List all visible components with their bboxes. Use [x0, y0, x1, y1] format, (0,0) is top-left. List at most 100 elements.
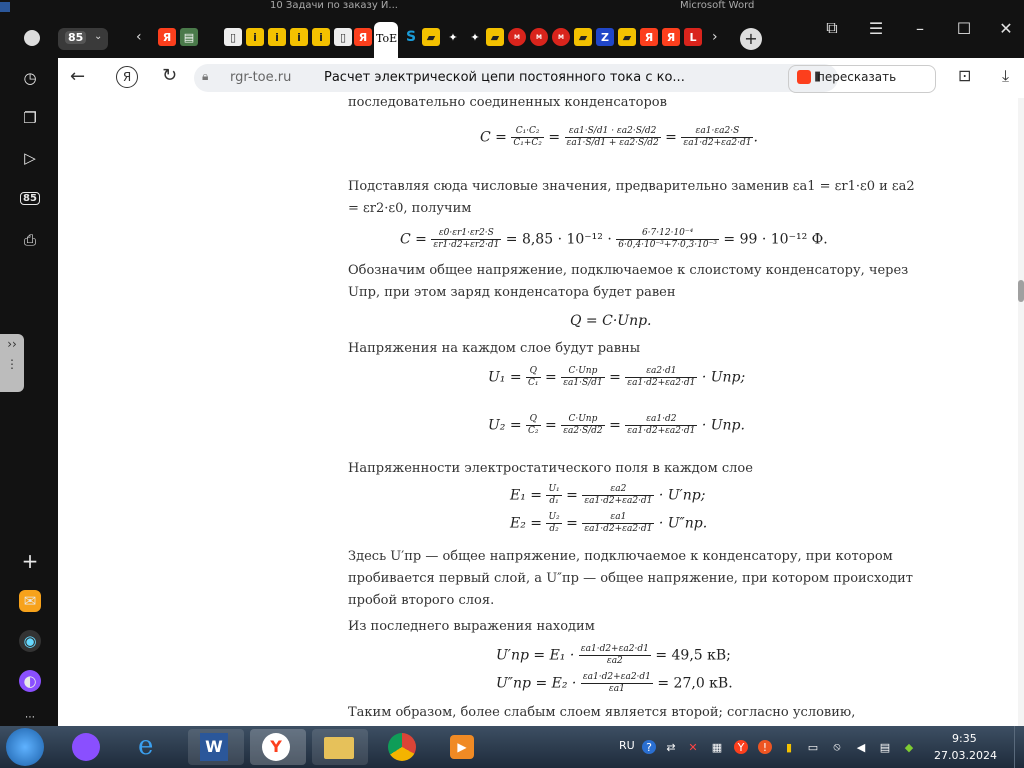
- show-desktop-button[interactable]: [1014, 726, 1024, 768]
- restore-tabs-icon[interactable]: ⧉: [818, 14, 846, 42]
- new-tab-button[interactable]: +: [740, 28, 762, 50]
- maximize-button[interactable]: ☐: [950, 14, 978, 42]
- menu-icon[interactable]: ☰: [862, 14, 890, 42]
- taskbar-chrome[interactable]: [374, 729, 430, 765]
- window-title-fragment-left: 10 Задачи по заказу И...: [270, 0, 398, 11]
- retell-button[interactable]: пересказать: [788, 65, 936, 93]
- paragraph-breakdown-2: пробивается первый слой, а U″пр — общее …: [348, 571, 913, 586]
- help-icon[interactable]: ?: [642, 740, 656, 754]
- close-button[interactable]: ✕: [992, 14, 1020, 42]
- tray-battery-icon[interactable]: ▮: [782, 740, 796, 754]
- tab-red-icon[interactable]: M: [530, 28, 548, 46]
- word-icon: [0, 2, 10, 12]
- player-icon: ▶: [450, 735, 474, 759]
- tab-sparkle-icon[interactable]: ✦: [444, 28, 462, 46]
- tray-network-icon[interactable]: ▦: [710, 740, 724, 754]
- tab-z-icon[interactable]: Z: [596, 28, 614, 46]
- tab-red-icon[interactable]: M: [552, 28, 570, 46]
- paragraph-from-last: Из последнего выражения находим: [348, 619, 595, 634]
- tab-bookmark-icon[interactable]: ▰: [486, 28, 504, 46]
- page-content: последовательно соединенных конденсаторо…: [58, 98, 1020, 726]
- add-icon[interactable]: +: [19, 549, 41, 573]
- tab-counter-badge[interactable]: 85 ⌄: [58, 28, 108, 50]
- chevron-right-icon[interactable]: ›: [712, 29, 718, 45]
- equation-capacitance-numeric: C = ε0·εr1·εr2·S εr1·d2+εr2·d1 = 8,85 · 1…: [400, 228, 828, 250]
- tab-yandex-icon[interactable]: Я: [354, 28, 372, 46]
- omnibox[interactable]: 🔒︎ rgr-toe.ru Расчет электрической цепи …: [194, 64, 838, 92]
- taskbar-alice[interactable]: [58, 729, 114, 765]
- tab-yandex-icon[interactable]: Я: [662, 28, 680, 46]
- tray-wifi-icon[interactable]: ▤: [878, 740, 892, 754]
- chevron-down-icon: ⌄: [94, 31, 103, 42]
- page-scrollbar[interactable]: [1018, 98, 1024, 726]
- tabs-badge-icon[interactable]: 85: [19, 187, 41, 209]
- paragraph-voltage-1: Обозначим общее напряжение, подключаемое…: [348, 263, 909, 278]
- chevron-left-icon[interactable]: ‹: [136, 29, 142, 45]
- volume-icon[interactable]: ◀: [854, 740, 868, 754]
- profile-icon[interactable]: [24, 30, 40, 46]
- tab-page-icon[interactable]: ▯: [334, 28, 352, 46]
- mail-app-icon[interactable]: ✉: [19, 590, 41, 612]
- clock-time[interactable]: 9:35: [952, 732, 977, 745]
- taskbar-ie[interactable]: e: [124, 729, 180, 765]
- tab-bookmark-icon[interactable]: ▰: [574, 28, 592, 46]
- back-icon[interactable]: ←: [70, 66, 85, 87]
- alice-icon[interactable]: ◐: [19, 670, 41, 692]
- tab-yandex-icon[interactable]: Я: [640, 28, 658, 46]
- messenger-app-icon[interactable]: ◉: [19, 630, 41, 652]
- tray-arrows-icon[interactable]: ⇄: [664, 740, 678, 754]
- tab-sparkle-icon[interactable]: ✦: [466, 28, 484, 46]
- tab-active-toe[interactable]: ToE: [374, 22, 398, 58]
- chrome-icon: [388, 733, 416, 761]
- tray-close-icon[interactable]: ✕: [686, 740, 700, 754]
- language-indicator[interactable]: RU: [619, 739, 635, 752]
- equation-u2: U₂ = Q C₂ = C·Uпр εa2·S/d2 = εa1·d2 εa1·d2+…: [488, 414, 745, 436]
- tray-no-icon[interactable]: ⦸: [830, 740, 844, 754]
- tab-red-icon[interactable]: M: [508, 28, 526, 46]
- video-icon[interactable]: ▷: [19, 147, 41, 169]
- tab-info-icon[interactable]: i: [312, 28, 330, 46]
- equation-capacitance: C = C₁·C₂ C₁+C₂ = εa1·S/d1 · εa2·S/d2 εa1·…: [480, 126, 758, 148]
- retell-label: пересказать: [817, 70, 897, 84]
- taskbar-word[interactable]: W: [188, 729, 244, 765]
- nvidia-icon[interactable]: ◆: [902, 740, 916, 754]
- sidebar-collapse-handle[interactable]: ›› ⋮: [0, 334, 24, 392]
- address-bar-row: ← Я ↻ 🔒︎ rgr-toe.ru Расчет электрической…: [58, 58, 1024, 98]
- taskbar-video-player[interactable]: ▶: [436, 729, 492, 765]
- browser-sidebar: ◷ ❐ ▷ 85 ⎙ ›› ⋮ + ✉ ◉ ◐ ⋯: [0, 58, 58, 726]
- tab-page-icon[interactable]: ▯: [224, 28, 242, 46]
- window-title-fragment-right: Microsoft Word: [680, 0, 755, 11]
- tab-bookmark-icon[interactable]: ▰: [618, 28, 636, 46]
- paragraph-breakdown-3: пробой второго слоя.: [348, 593, 495, 608]
- paragraph-field-strength: Напряженности электростатического поля в…: [348, 461, 753, 476]
- folder-icon: [324, 737, 354, 759]
- browser-tab-strip: 10 Задачи по заказу И... Microsoft Word …: [0, 0, 1024, 58]
- tab-info-icon[interactable]: i: [290, 28, 308, 46]
- tab-bookmark-icon[interactable]: ▰: [422, 28, 440, 46]
- tab-info-icon[interactable]: i: [268, 28, 286, 46]
- tray-alert-icon[interactable]: !: [758, 740, 772, 754]
- more-icon[interactable]: ⋯: [19, 706, 41, 728]
- tab-info-icon[interactable]: i: [246, 28, 264, 46]
- windows-taskbar: e W Y ▶ RU ? ⇄ ✕ ▦ Y ! ▮ ▭ ⦸ ◀ ▤ ◆ 9:35 …: [0, 726, 1024, 768]
- screenshot-icon[interactable]: ⎙: [19, 229, 41, 251]
- clock-date[interactable]: 27.03.2024: [934, 749, 997, 762]
- scrollbar-thumb[interactable]: [1018, 280, 1024, 302]
- ie-icon: e: [138, 731, 154, 761]
- tab-document-icon[interactable]: ▤: [180, 28, 198, 46]
- reload-icon[interactable]: ↻: [162, 65, 177, 86]
- history-icon[interactable]: ◷: [19, 67, 41, 89]
- download-icon[interactable]: ⤓: [1002, 66, 1009, 86]
- taskbar-yandex-browser[interactable]: Y: [250, 729, 306, 765]
- taskbar-explorer[interactable]: [312, 729, 368, 765]
- tab-red-icon[interactable]: L: [684, 28, 702, 46]
- tray-yandex-icon[interactable]: Y: [734, 740, 748, 754]
- start-button[interactable]: [6, 728, 44, 766]
- minimize-button[interactable]: –: [906, 14, 934, 42]
- tab-s-icon[interactable]: S: [402, 28, 420, 46]
- tray-monitor-icon[interactable]: ▭: [806, 740, 820, 754]
- extensions-icon[interactable]: ⊡: [958, 66, 971, 85]
- tab-yandex-icon[interactable]: Я: [158, 28, 176, 46]
- collections-icon[interactable]: ❐: [19, 107, 41, 129]
- yandex-home-icon[interactable]: Я: [116, 66, 138, 88]
